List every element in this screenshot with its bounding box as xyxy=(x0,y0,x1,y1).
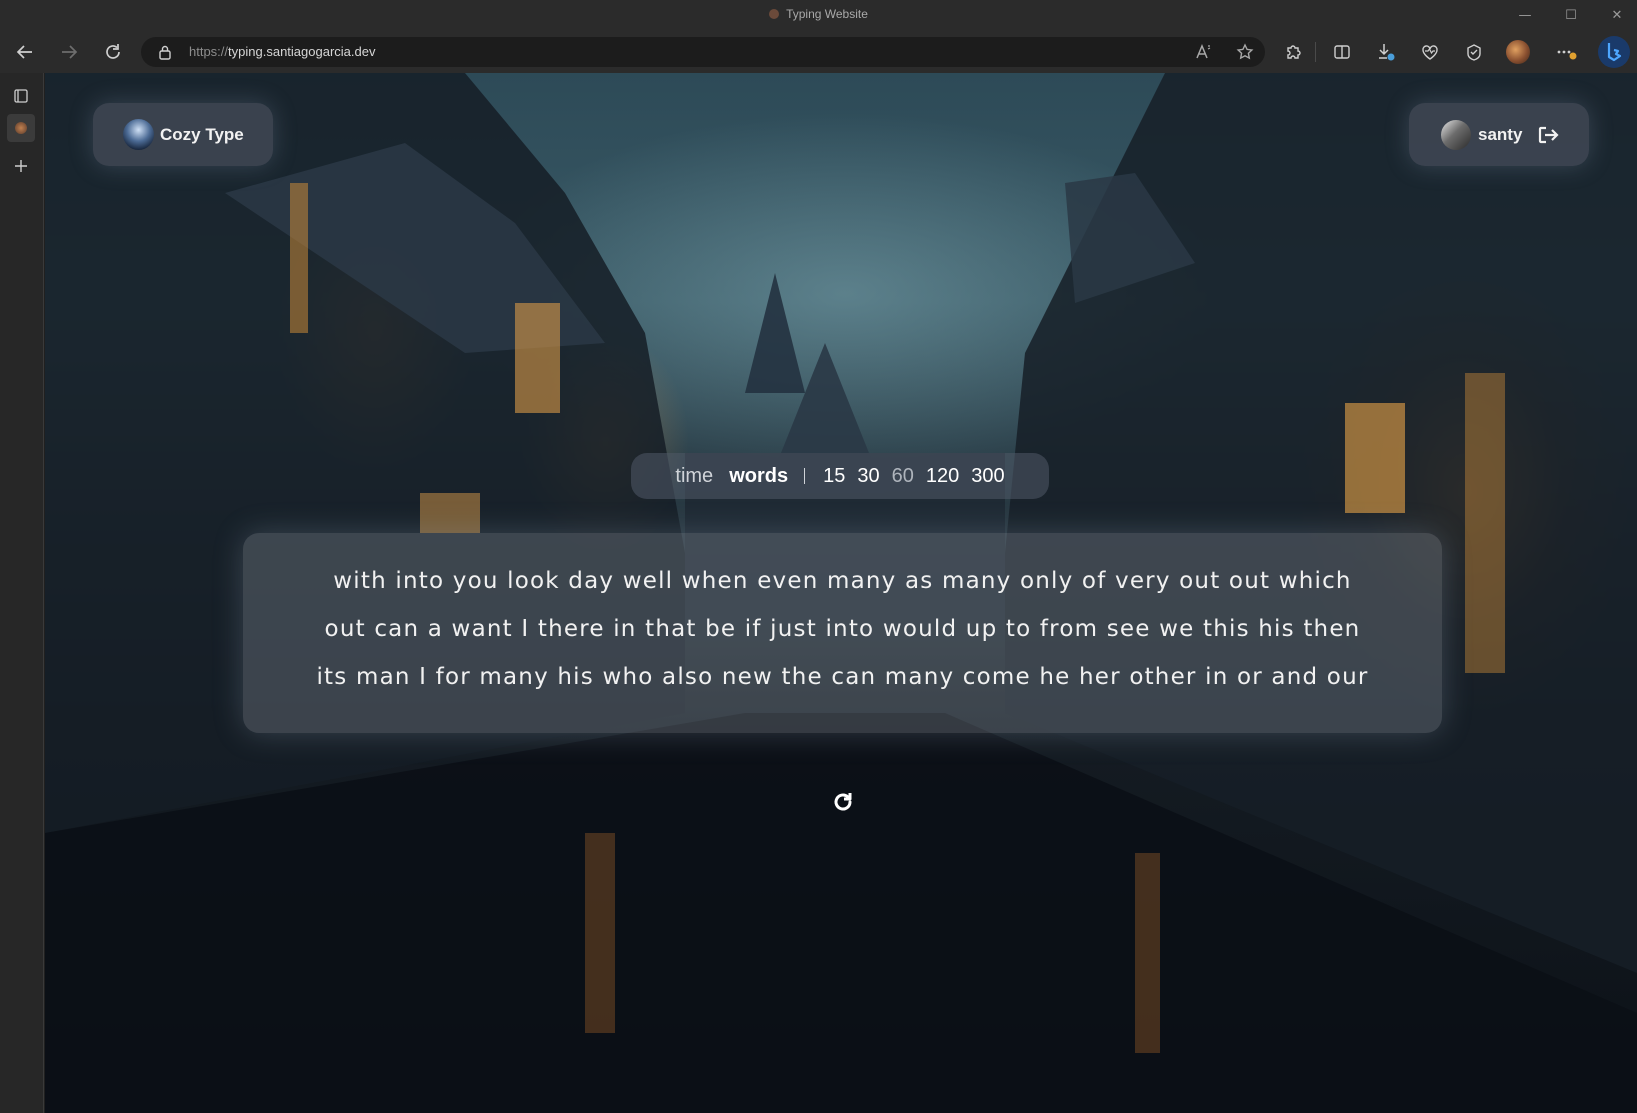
window-glow xyxy=(420,493,480,533)
brand-logo-icon xyxy=(123,119,154,150)
brand-name: Cozy Type xyxy=(160,124,244,144)
brand-home-button[interactable]: Cozy Type xyxy=(93,103,273,166)
forward-icon xyxy=(62,45,78,59)
browser-essentials-icon xyxy=(1422,45,1438,60)
restart-button[interactable] xyxy=(828,787,858,817)
user-menu: santy xyxy=(1409,103,1589,166)
read-aloud-icon xyxy=(1196,44,1211,59)
street-reflection xyxy=(1135,853,1160,1053)
split-screen-icon xyxy=(1334,45,1350,59)
street-reflection xyxy=(585,833,615,1033)
address-bar[interactable]: https://typing.santiagogarcia.dev xyxy=(141,37,1265,67)
back-icon xyxy=(16,45,32,59)
url-host: typing.santiagogarcia.dev xyxy=(228,44,376,59)
forward-button[interactable] xyxy=(55,38,83,66)
word-count-option-30[interactable]: 30 xyxy=(857,465,879,488)
vertical-tab-rail xyxy=(0,73,44,1113)
window-glow xyxy=(1345,403,1405,513)
more-menu-button[interactable] xyxy=(1553,38,1581,66)
copilot-icon xyxy=(1607,43,1622,62)
extensions-button[interactable] xyxy=(1279,38,1307,66)
read-aloud-button[interactable] xyxy=(1189,38,1217,66)
downloads-button[interactable] xyxy=(1372,38,1400,66)
word-count-option-60[interactable]: 60 xyxy=(892,465,914,488)
tab-favicon-icon xyxy=(15,122,27,134)
mode-time-button[interactable]: time xyxy=(675,465,713,488)
user-name[interactable]: santy xyxy=(1478,125,1522,145)
new-tab-button[interactable] xyxy=(7,152,35,180)
lock-icon[interactable] xyxy=(158,44,172,60)
mode-words-button[interactable]: words xyxy=(729,465,788,488)
window-glow xyxy=(1465,373,1505,673)
word-count-option-15[interactable]: 15 xyxy=(823,465,845,488)
typing-text-line: its man I for many his who also new the … xyxy=(316,664,1369,690)
split-screen-button[interactable] xyxy=(1328,38,1356,66)
plus-icon xyxy=(15,160,27,172)
window-glow xyxy=(290,183,308,333)
word-count-option-120[interactable]: 120 xyxy=(926,465,959,488)
more-menu-icon xyxy=(1557,50,1577,60)
window-title-text: Typing Website xyxy=(786,7,868,21)
tab-actions-icon xyxy=(14,89,28,103)
browser-toolbar: https://typing.santiagogarcia.dev xyxy=(0,30,1637,73)
logout-icon[interactable] xyxy=(1537,125,1559,145)
window-title: Typing Website xyxy=(0,7,1637,21)
copilot-button[interactable] xyxy=(1598,36,1630,68)
profile-avatar xyxy=(1506,40,1530,64)
url-text[interactable]: https://typing.santiagogarcia.dev xyxy=(189,44,375,59)
close-window-button[interactable]: ✕ xyxy=(1594,0,1637,30)
typing-text-line: with into you look day well when even ma… xyxy=(333,568,1352,594)
toolbar-divider xyxy=(1315,42,1316,62)
page-viewport: Cozy Type santy time words 15 30 60 120 … xyxy=(45,73,1637,1113)
refresh-icon xyxy=(106,44,120,59)
refresh-button[interactable] xyxy=(99,38,127,66)
user-avatar[interactable] xyxy=(1441,119,1471,150)
mode-divider xyxy=(804,468,806,484)
typing-text-line: out can a want I there in that be if jus… xyxy=(324,616,1361,642)
url-scheme: https:// xyxy=(189,44,229,59)
tab-favicon-icon xyxy=(769,9,780,19)
extensions-icon xyxy=(1287,45,1301,59)
back-button[interactable] xyxy=(11,38,39,66)
restart-icon xyxy=(834,793,852,811)
center-spire xyxy=(745,273,805,393)
minimize-button[interactable]: — xyxy=(1502,0,1548,30)
typing-text-area[interactable]: with into you look day well when even ma… xyxy=(243,533,1442,733)
active-tab[interactable] xyxy=(7,114,35,142)
word-count-option-300[interactable]: 300 xyxy=(971,465,1004,488)
favorite-star-icon xyxy=(1236,43,1254,60)
downloads-icon xyxy=(1379,44,1395,61)
test-mode-bar: time words 15 30 60 120 300 xyxy=(631,453,1049,499)
window-titlebar: Typing Website — ☐ ✕ xyxy=(0,0,1637,30)
window-glow xyxy=(515,303,560,413)
browser-essentials-button[interactable] xyxy=(1416,38,1444,66)
collections-button[interactable] xyxy=(1460,38,1488,66)
collections-icon xyxy=(1467,44,1481,61)
tab-actions-button[interactable] xyxy=(7,82,35,110)
profile-button[interactable] xyxy=(1504,38,1532,66)
maximize-button[interactable]: ☐ xyxy=(1548,0,1594,30)
favorite-button[interactable] xyxy=(1231,38,1259,66)
